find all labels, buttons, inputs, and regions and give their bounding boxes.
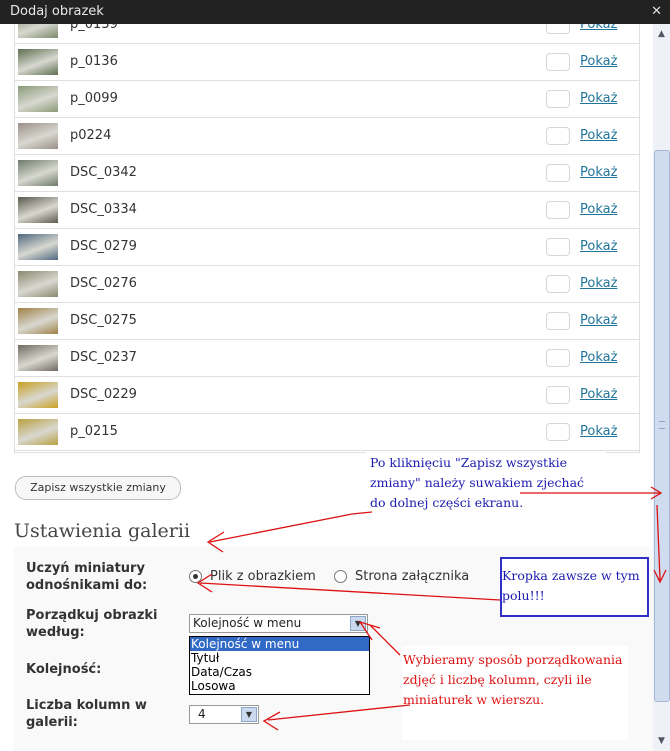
arrow-to-heading — [206, 511, 373, 553]
arrow-to-radio — [196, 573, 501, 601]
arrow-to-scrollbar — [520, 486, 663, 500]
arrow-to-select — [358, 620, 401, 656]
annotation-arrows — [196, 486, 667, 731]
arrow-to-columns — [262, 704, 411, 731]
arrow-down-scrollbar — [653, 504, 667, 584]
